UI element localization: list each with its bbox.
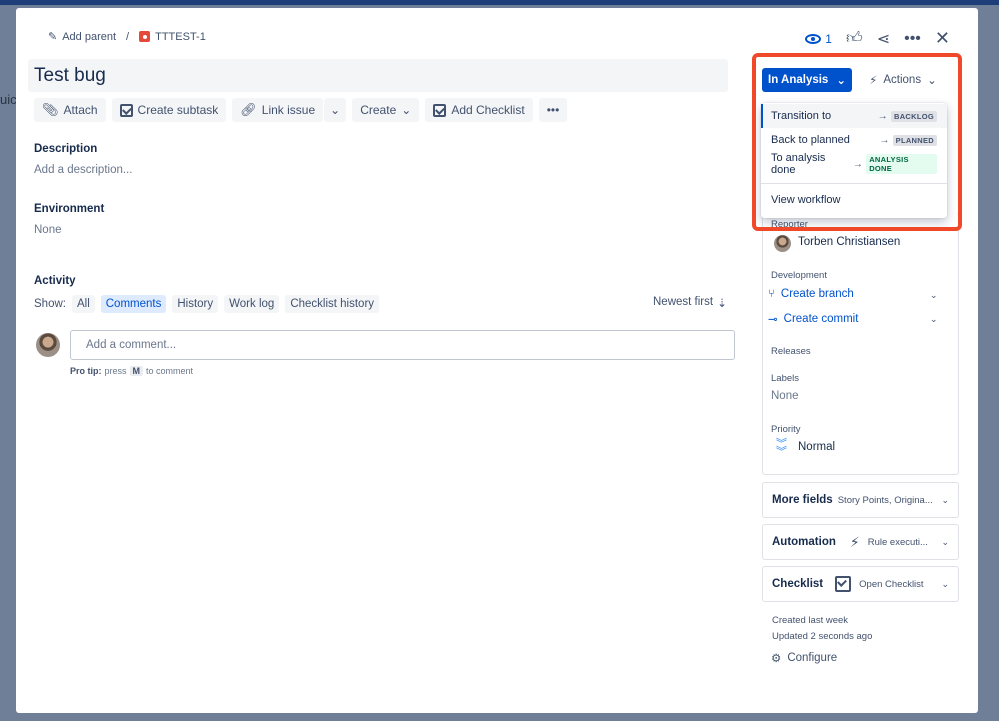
comment-input[interactable]: Add a comment... xyxy=(70,330,735,360)
more-fields-label: More fields xyxy=(772,494,833,506)
description-label: Description xyxy=(34,143,98,155)
reporter-avatar xyxy=(774,235,791,252)
create-label: Create xyxy=(360,103,397,117)
eye-icon xyxy=(805,33,822,44)
share-icon[interactable]: ⋖ xyxy=(877,29,890,49)
issue-key: TTTEST-1 xyxy=(155,30,206,43)
sort-toggle[interactable]: Newest first ⇣ xyxy=(653,296,727,310)
paperclip-icon: 📎︎ xyxy=(42,102,59,117)
add-parent-label: Add parent xyxy=(62,30,117,43)
issue-toolbar: 📎︎ Attach Create subtask 🔗︎ Link issue ⌄… xyxy=(34,98,568,122)
watch-button[interactable]: 1 xyxy=(805,32,832,46)
description-field[interactable]: Add a description... xyxy=(34,164,132,176)
details-card xyxy=(762,213,959,475)
more-icon[interactable]: ••• xyxy=(904,30,921,48)
checklist-label: Checklist xyxy=(772,578,824,590)
show-label: Show: xyxy=(34,298,66,310)
configure-label: Configure xyxy=(787,652,838,664)
issue-modal: ✎ Add parent / TTTEST-1 1 👍︎ ⋖ ••• ✕ Tes… xyxy=(16,8,978,713)
close-icon[interactable]: ✕ xyxy=(935,28,950,49)
create-subtask-button[interactable]: Create subtask xyxy=(111,98,227,122)
add-checklist-button[interactable]: Add Checklist xyxy=(425,98,533,122)
thumbs-up-icon[interactable]: 👍︎ xyxy=(846,29,863,48)
filter-work-log[interactable]: Work log xyxy=(224,295,280,313)
add-checklist-label: Add Checklist xyxy=(451,103,525,117)
more-toolbar-button[interactable]: ••• xyxy=(538,98,568,122)
labels-value[interactable]: None xyxy=(771,390,799,402)
filter-all[interactable]: All xyxy=(71,295,95,313)
branch-icon: ⑂ xyxy=(768,288,775,300)
chevron-down-icon[interactable]: ⌄ xyxy=(930,314,938,325)
filter-history[interactable]: History xyxy=(172,295,219,313)
reporter-name[interactable]: Torben Christiansen xyxy=(798,236,900,248)
configure-button[interactable]: ⚙︎ Configure xyxy=(771,651,837,665)
link-issue-group: 🔗︎ Link issue ⌄ xyxy=(232,98,347,122)
activity-label: Activity xyxy=(34,275,76,287)
protip-key: M xyxy=(129,366,144,376)
protip-end: to comment xyxy=(146,366,194,376)
chevron-down-icon: ⌄ xyxy=(941,494,949,505)
checklist-icon xyxy=(433,103,447,117)
bug-icon xyxy=(139,31,151,42)
create-commit-label: Create commit xyxy=(783,313,859,325)
pro-tip: Pro tip: press M to comment xyxy=(70,366,193,376)
add-parent-link[interactable]: ✎ Add parent xyxy=(48,30,117,44)
chevron-down-icon: ⌄ xyxy=(941,536,949,547)
issue-key-link[interactable]: TTTEST-1 xyxy=(139,31,206,43)
development-label: Development xyxy=(771,270,827,281)
chevron-down-icon: ⌄ xyxy=(330,103,341,117)
breadcrumb-separator: / xyxy=(126,30,130,43)
more-fields-panel[interactable]: More fields Story Points, Origina... ⌄ xyxy=(762,482,959,518)
create-commit-link[interactable]: ⊸ Create commit xyxy=(768,312,858,326)
link-issue-button[interactable]: 🔗︎ Link issue xyxy=(232,98,324,122)
priority-label: Priority xyxy=(771,424,801,435)
avatar xyxy=(36,333,60,357)
more-icon: ••• xyxy=(546,103,560,117)
activity-filters: Show: All Comments History Work log Chec… xyxy=(34,295,380,313)
watch-count: 1 xyxy=(825,31,832,46)
protip-bold: Pro tip: xyxy=(70,366,102,376)
automation-panel[interactable]: Automation ⚡︎ Rule executi... ⌄ xyxy=(762,524,959,560)
breadcrumb: ✎ Add parent / TTTEST-1 xyxy=(48,30,206,44)
more-fields-sub: Story Points, Origina... xyxy=(837,494,933,506)
filter-comments[interactable]: Comments xyxy=(100,295,167,313)
filter-checklist-history[interactable]: Checklist history xyxy=(285,295,380,313)
commit-icon: ⊸ xyxy=(768,314,778,326)
priority-icon: ︾ ︾ xyxy=(776,438,787,458)
annotation-highlight xyxy=(752,53,962,231)
chevron-down-icon: ⌄ xyxy=(401,103,412,117)
automation-label: Automation xyxy=(772,536,836,548)
attach-label: Attach xyxy=(63,103,98,117)
checklist-panel[interactable]: Checklist Open Checklist ⌄ xyxy=(762,566,959,602)
pencil-icon: ✎ xyxy=(48,31,58,43)
lightning-icon: ⚡︎ xyxy=(849,533,860,550)
issue-title[interactable]: Test bug xyxy=(28,59,728,92)
releases-label: Releases xyxy=(771,346,811,357)
sort-icon: ⇣ xyxy=(717,298,727,310)
link-icon: 🔗︎ xyxy=(240,102,257,117)
subtask-icon xyxy=(119,103,133,117)
labels-label: Labels xyxy=(771,373,799,384)
protip-press: press xyxy=(104,366,127,376)
create-button[interactable]: Create ⌄ xyxy=(352,98,420,122)
create-subtask-label: Create subtask xyxy=(137,103,219,117)
priority-value[interactable]: Normal xyxy=(798,441,835,453)
environment-field[interactable]: None xyxy=(34,224,62,236)
gear-icon: ⚙︎ xyxy=(771,653,782,665)
checklist-icon xyxy=(835,576,852,592)
environment-label: Environment xyxy=(34,203,105,215)
updated-text: Updated 2 seconds ago xyxy=(772,631,873,642)
link-issue-label: Link issue xyxy=(261,103,316,117)
header-actions: 1 👍︎ ⋖ ••• ✕ xyxy=(805,28,950,49)
sort-label: Newest first xyxy=(653,296,714,308)
chevron-down-icon[interactable]: ⌄ xyxy=(930,290,938,301)
checklist-sub: Open Checklist xyxy=(859,578,924,590)
create-branch-label: Create branch xyxy=(780,288,854,300)
link-issue-dropdown[interactable]: ⌄ xyxy=(324,98,347,122)
created-text: Created last week xyxy=(772,615,849,626)
create-branch-link[interactable]: ⑂ Create branch xyxy=(768,288,854,300)
attach-button[interactable]: 📎︎ Attach xyxy=(34,98,106,122)
automation-sub: Rule executi... xyxy=(867,536,928,548)
chevron-down-icon: ⌄ xyxy=(941,578,949,589)
